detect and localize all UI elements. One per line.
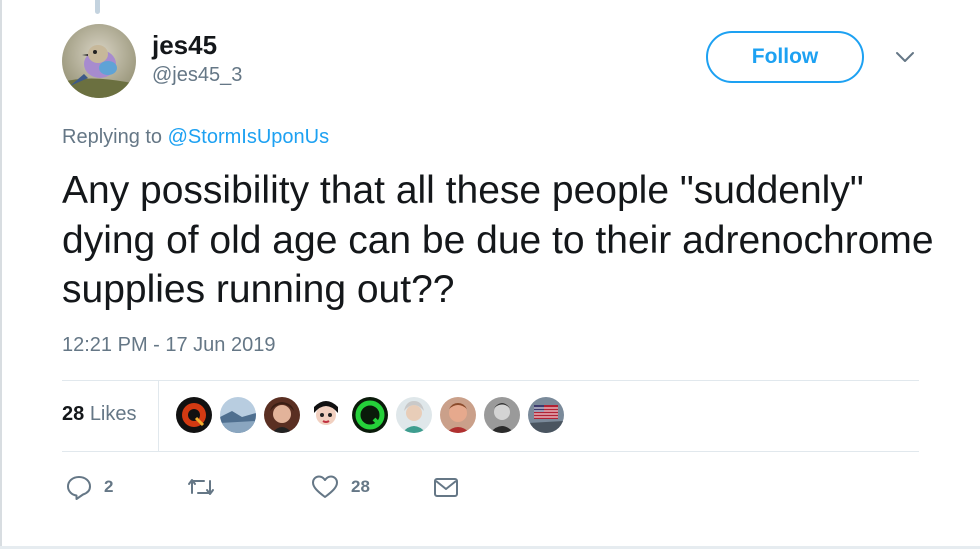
user-handle[interactable]: @jes45_3 <box>152 64 242 87</box>
divider-bottom <box>62 451 919 452</box>
follow-button[interactable]: Follow <box>706 31 864 83</box>
liker-avatar[interactable] <box>484 397 520 433</box>
replying-to: Replying to @StormIsUponUs <box>62 126 329 149</box>
mention-link[interactable]: @StormIsUponUs <box>168 126 329 148</box>
user-display-name[interactable]: jes45 <box>152 30 217 61</box>
liker-avatar[interactable] <box>352 397 388 433</box>
tweet-text: Any possibility that all these people "s… <box>62 169 934 311</box>
like-action[interactable]: 28 <box>311 474 370 500</box>
like-count: 28 <box>351 477 370 496</box>
likes-label: Likes <box>89 403 137 425</box>
liker-avatar[interactable] <box>396 397 432 433</box>
liker-avatars <box>176 397 564 433</box>
reply-icon <box>66 474 92 500</box>
stats-divider <box>158 380 159 451</box>
liker-avatar[interactable] <box>264 397 300 433</box>
reply-action[interactable]: 2 <box>66 474 113 500</box>
liker-avatar[interactable] <box>440 397 476 433</box>
heart-icon <box>311 474 339 500</box>
tweet-timestamp[interactable]: 12:21 PM - 17 Jun 2019 <box>62 334 275 357</box>
liker-avatar[interactable] <box>220 397 256 433</box>
replying-prefix: Replying to <box>62 126 168 148</box>
message-action[interactable] <box>433 474 459 500</box>
chevron-down-icon[interactable] <box>894 49 916 65</box>
retweet-action[interactable] <box>186 474 216 500</box>
envelope-icon <box>433 474 459 500</box>
liker-avatar[interactable] <box>528 397 564 433</box>
likes-count: 28 <box>62 403 85 425</box>
retweet-icon <box>186 474 216 500</box>
liker-avatar[interactable] <box>308 397 344 433</box>
user-avatar[interactable] <box>62 24 136 98</box>
left-border <box>0 0 2 549</box>
divider-top <box>62 380 919 381</box>
likes-stat[interactable]: 28 Likes <box>62 403 137 426</box>
thread-connector <box>95 0 100 14</box>
liker-avatar[interactable] <box>176 397 212 433</box>
reply-count: 2 <box>104 477 114 496</box>
